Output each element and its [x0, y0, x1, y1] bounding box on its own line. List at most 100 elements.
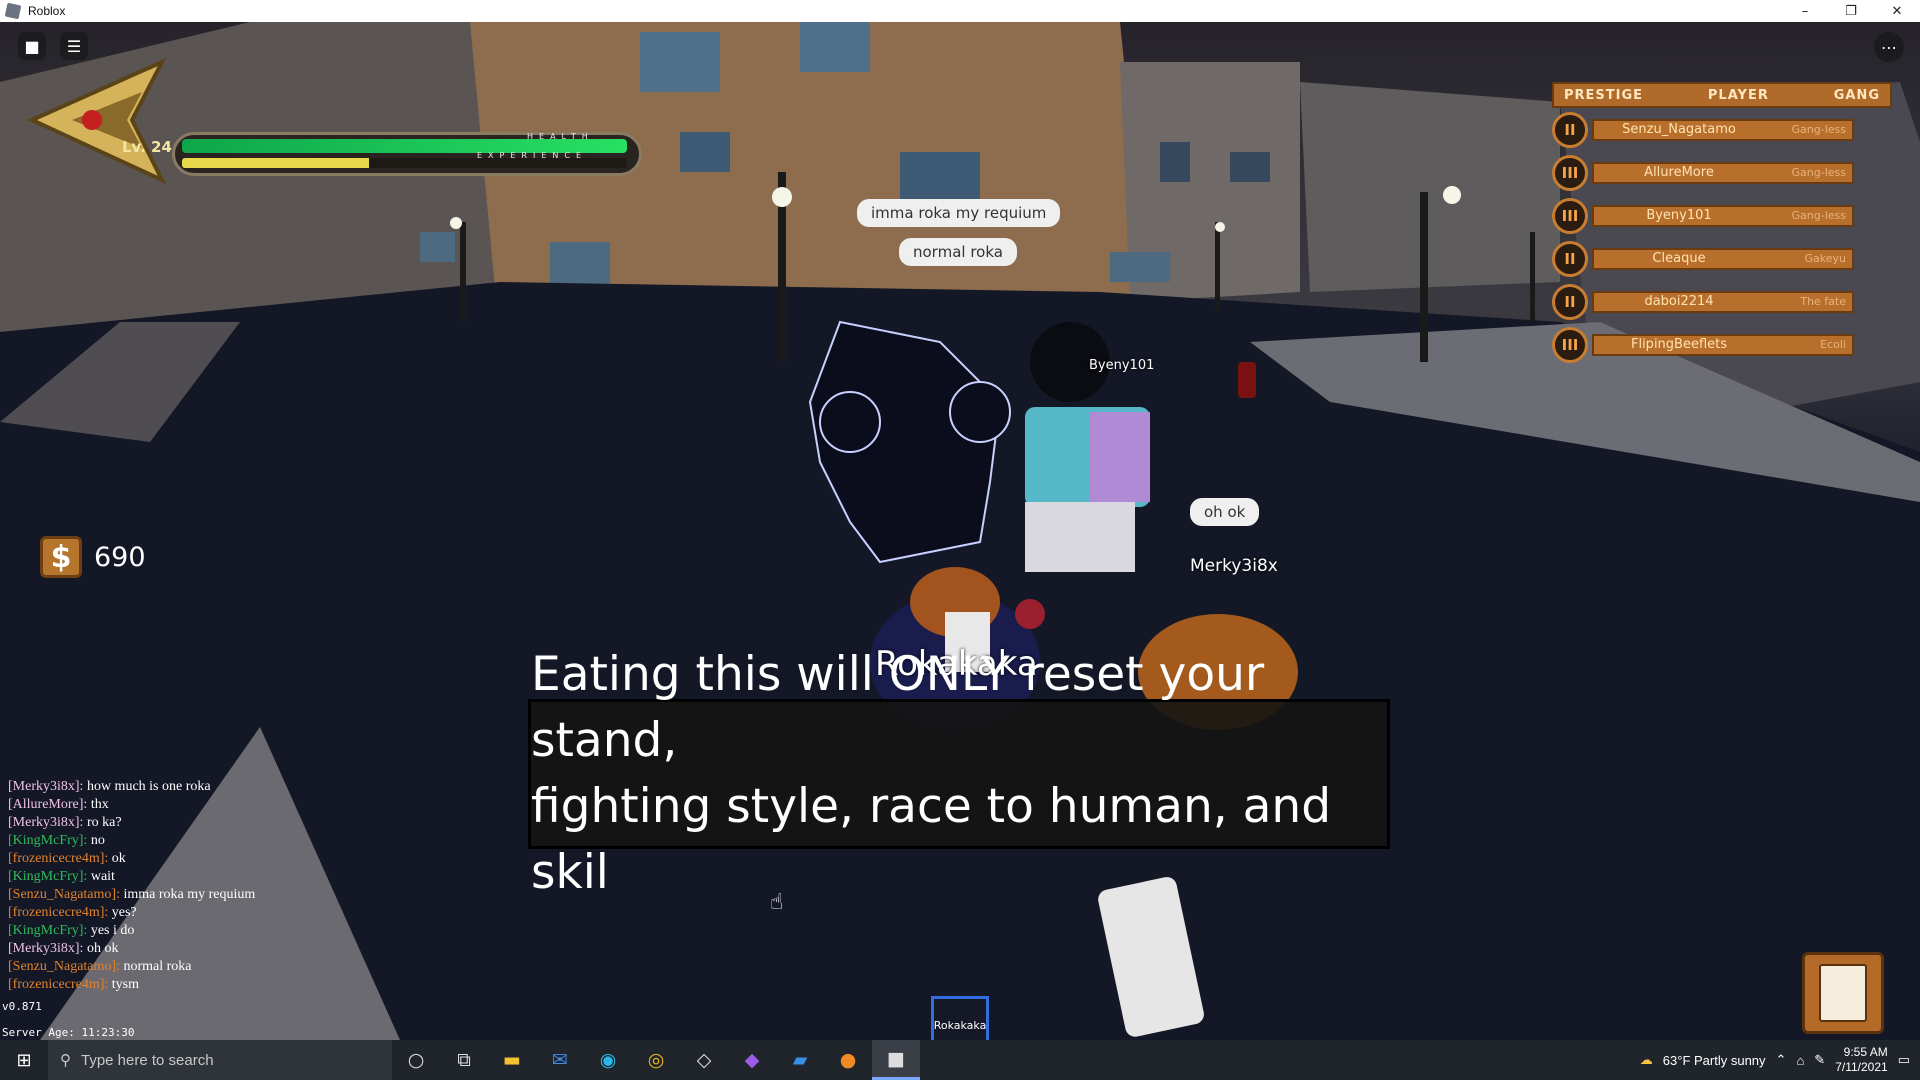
- edge-icon[interactable]: ◉: [584, 1040, 632, 1080]
- roblox-menu-icon[interactable]: ■: [18, 32, 46, 60]
- hotbar-slot[interactable]: Rokakaka: [931, 996, 989, 1040]
- speech-bubble: imma roka my requium: [857, 199, 1061, 227]
- chat-message: [Senzu_Nagatamo]: imma roka my requium: [8, 886, 255, 904]
- chat-message: [KingMcFry]: wait: [8, 868, 255, 886]
- player-list-row[interactable]: III Byeny101 Gang-less: [1552, 194, 1892, 237]
- prestige-header: PRESTIGE: [1564, 87, 1644, 103]
- clock-date: 7/11/2021: [1835, 1060, 1888, 1074]
- player-name: Senzu_Nagatamo: [1622, 122, 1736, 137]
- player-name: daboi2214: [1644, 294, 1714, 309]
- minimize-button[interactable]: –: [1782, 0, 1828, 22]
- prestige-badge: II: [1552, 111, 1588, 148]
- player-header: PLAYER: [1707, 87, 1769, 103]
- chat-text: tysm: [111, 977, 139, 992]
- more-options-icon[interactable]: ⋯: [1874, 32, 1904, 62]
- player-bar: Senzu_Nagatamo Gang-less: [1592, 118, 1854, 141]
- player-list: PRESTIGE PLAYER GANG II Senzu_Nagatamo Gan…: [1552, 82, 1892, 366]
- close-button[interactable]: ✕: [1874, 0, 1920, 22]
- chat-text: thx: [90, 797, 109, 812]
- quest-log-button[interactable]: [1802, 952, 1884, 1034]
- system-tray: ☁ 63°F Partly sunny ⌃ ⌂ ✎ 9:55 AM 7/11/2…: [1640, 1040, 1920, 1080]
- player-nametag: Byeny101: [1089, 358, 1155, 373]
- chat-sender: [frozenicecre4m]:: [8, 905, 109, 920]
- chat-message: [frozenicecre4m]: ok: [8, 850, 255, 868]
- start-button[interactable]: ⊞: [0, 1040, 48, 1080]
- gang-header: GANG: [1833, 87, 1880, 103]
- cortana-icon[interactable]: ○: [392, 1040, 440, 1080]
- roblox-taskbar-icon[interactable]: ■: [872, 1040, 920, 1080]
- chat-text: normal roka: [123, 959, 192, 974]
- task-view-icon[interactable]: ⧉: [440, 1040, 488, 1080]
- player-gang: Gang-less: [1791, 123, 1846, 136]
- prestige-badge: III: [1552, 154, 1588, 191]
- chat-text: ok: [111, 851, 126, 866]
- player-list-row[interactable]: II Cleaque Gakeyu: [1552, 237, 1892, 280]
- prestige-badge: II: [1552, 283, 1588, 320]
- visual-studio-icon[interactable]: ◆: [728, 1040, 776, 1080]
- chat-sender: [Senzu_Nagatamo]:: [8, 887, 120, 902]
- server-age-text: Server Age: 11:23:30: [2, 1026, 135, 1039]
- unity-icon[interactable]: ◇: [680, 1040, 728, 1080]
- blender-icon[interactable]: ●: [824, 1040, 872, 1080]
- taskbar-search[interactable]: ⚲ Type here to search: [48, 1040, 392, 1080]
- player-bar: daboi2214 The fate: [1592, 290, 1854, 313]
- window-titlebar: Roblox – ❐ ✕: [0, 0, 1920, 22]
- roblox-studio-icon[interactable]: ▰: [776, 1040, 824, 1080]
- notification-icon[interactable]: ▭: [1898, 1052, 1910, 1068]
- player-list-header: PRESTIGE PLAYER GANG: [1552, 82, 1892, 108]
- arrow-emblem-icon: [27, 57, 167, 185]
- file-explorer-icon[interactable]: ▬: [488, 1040, 536, 1080]
- chat-text: wait: [90, 869, 115, 884]
- chat-text: yes i do: [90, 923, 135, 938]
- search-icon: ⚲: [60, 1052, 71, 1069]
- chat-message: [KingMcFry]: yes i do: [8, 922, 255, 940]
- experience-label: EXPERIENCE: [477, 151, 588, 160]
- player-name: Byeny101: [1646, 208, 1712, 223]
- player-nametag: Merky3i8x: [1190, 556, 1278, 576]
- clock[interactable]: 9:55 AM 7/11/2021: [1835, 1045, 1888, 1075]
- prestige-badge: II: [1552, 240, 1588, 277]
- network-icon[interactable]: ⌂: [1796, 1053, 1804, 1068]
- roblox-app-icon: [4, 2, 22, 20]
- player-list-row[interactable]: II Senzu_Nagatamo Gang-less: [1552, 108, 1892, 151]
- search-placeholder: Type here to search: [81, 1051, 214, 1069]
- version-text: v0.871: [2, 1000, 42, 1013]
- weather-text[interactable]: 63°F Partly sunny: [1663, 1053, 1766, 1068]
- chat-sender: [KingMcFry]:: [8, 869, 88, 884]
- health-exp-hud: HEALTH EXPERIENCE Lv. 24: [22, 52, 642, 222]
- mail-icon[interactable]: ✉: [536, 1040, 584, 1080]
- chat-toggle-icon[interactable]: ☰: [60, 32, 88, 60]
- mouse-cursor-icon: ☝: [770, 890, 784, 915]
- chat-text: ro ka?: [86, 815, 122, 830]
- speech-bubble: oh ok: [1190, 498, 1260, 526]
- roblox-top-icons: ■ ☰: [18, 32, 88, 60]
- chevron-up-icon[interactable]: ⌃: [1776, 1052, 1787, 1068]
- player-list-rows: II Senzu_Nagatamo Gang-less III AllureMore Ga…: [1552, 108, 1892, 366]
- player-gang: Gakeyu: [1804, 252, 1847, 265]
- player-name: Cleaque: [1652, 251, 1706, 266]
- clock-time: 9:55 AM: [1843, 1045, 1888, 1059]
- chat-message: [frozenicecre4m]: yes?: [8, 904, 255, 922]
- item-description-box: Eating this will ONLY reset your stand, …: [528, 647, 1390, 900]
- chrome-icon[interactable]: ◎: [632, 1040, 680, 1080]
- chat-sender: [KingMcFry]:: [8, 923, 88, 938]
- chat-sender: [frozenicecre4m]:: [8, 851, 109, 866]
- money-display: $ 690: [40, 536, 146, 578]
- player-list-row[interactable]: II daboi2214 The fate: [1552, 280, 1892, 323]
- game-viewport[interactable]: ■ ☰ ⋯ HEALTH EXPERIENCE Lv. 24 $ 690 PRE…: [0, 22, 1920, 1040]
- chat-sender: [Senzu_Nagatamo]:: [8, 959, 120, 974]
- level-text: Lv. 24: [122, 138, 172, 156]
- item-description-line: fighting style, race to human, and skil: [531, 779, 1332, 900]
- player-gang: Gang-less: [1791, 209, 1846, 222]
- chat-message: [Merky3i8x]: how much is one roka: [8, 778, 255, 796]
- restore-button[interactable]: ❐: [1828, 0, 1874, 22]
- player-bar: Cleaque Gakeyu: [1592, 247, 1854, 270]
- player-list-row[interactable]: III FlipingBeeflets Ecoli: [1552, 323, 1892, 366]
- pen-icon[interactable]: ✎: [1814, 1052, 1825, 1068]
- prestige-badge: III: [1552, 326, 1588, 363]
- chat-message: [AllureMore]: thx: [8, 796, 255, 814]
- chat-text: oh ok: [86, 941, 119, 956]
- chat-text: how much is one roka: [86, 779, 211, 794]
- player-list-row[interactable]: III AllureMore Gang-less: [1552, 151, 1892, 194]
- chat-message: [KingMcFry]: no: [8, 832, 255, 850]
